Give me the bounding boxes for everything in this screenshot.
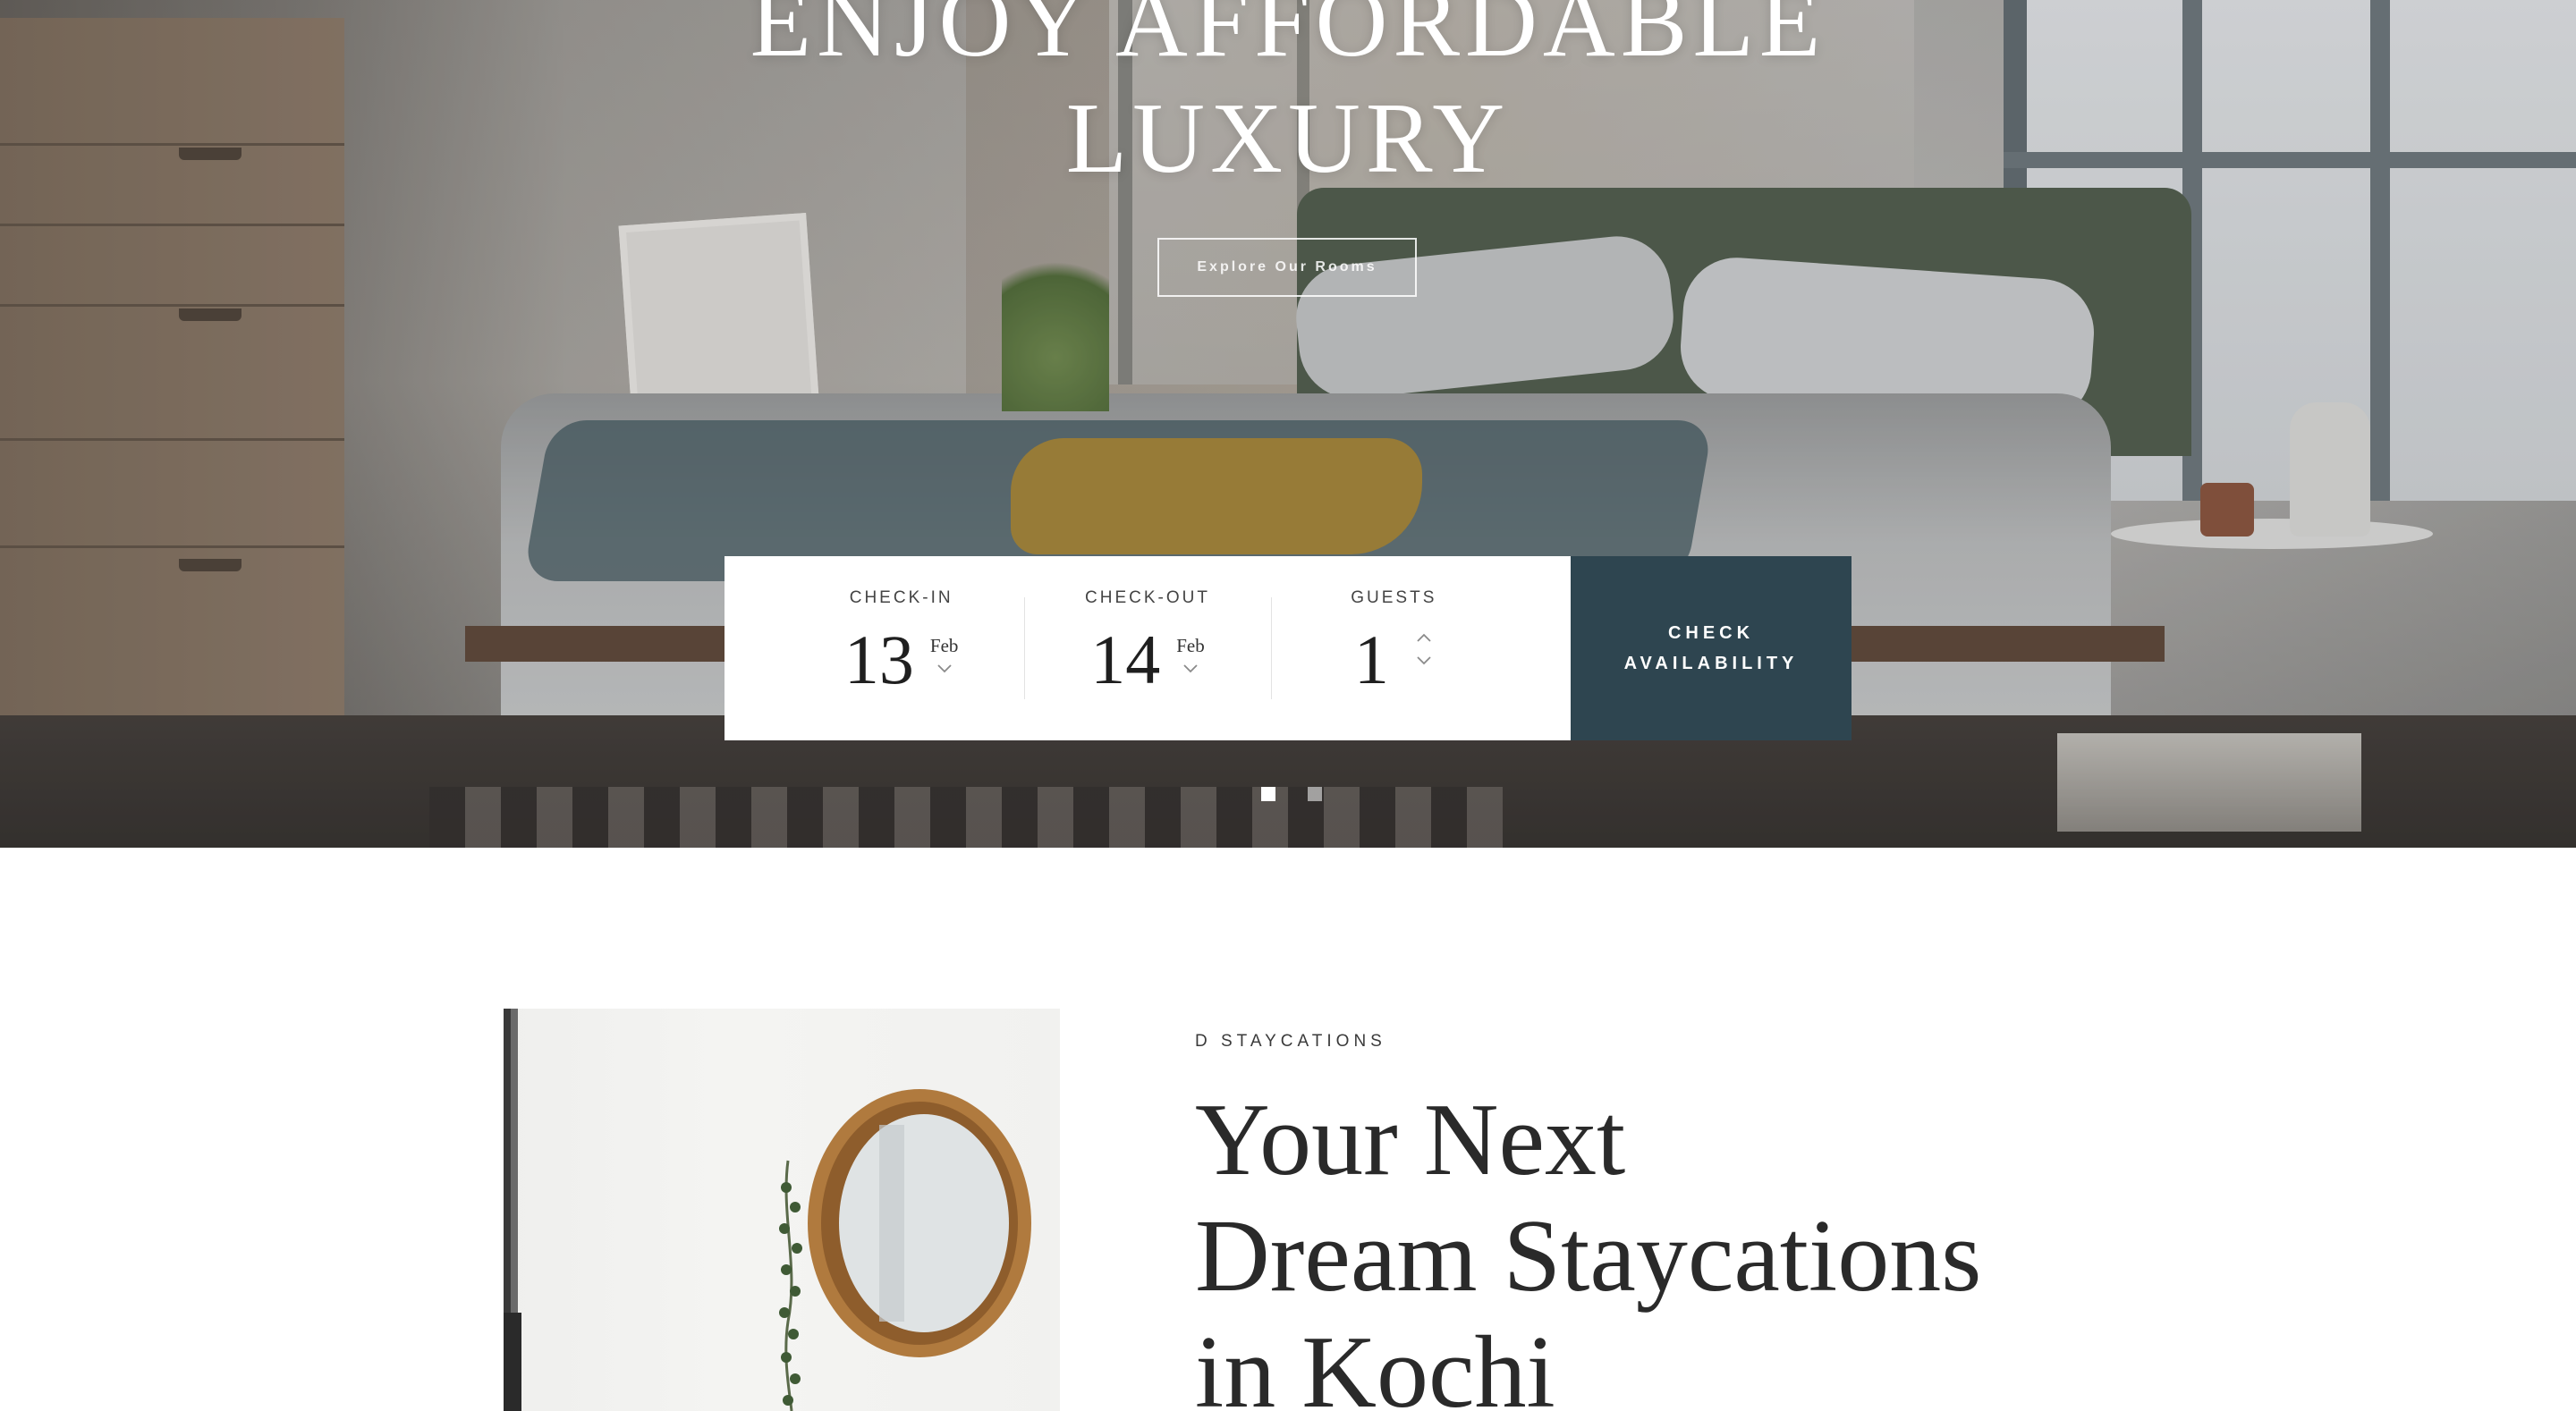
- checkin-field[interactable]: CHECK-IN 13 Feb: [778, 556, 1024, 740]
- about-heading: Your Next Dream Staycations in Kochi: [1195, 1082, 2179, 1411]
- mirror-illustration: [504, 1009, 1031, 1411]
- chevron-down-icon[interactable]: [1181, 663, 1200, 677]
- about-heading-line-2: Dream Staycations: [1195, 1199, 1982, 1314]
- booking-form: CHECK-IN 13 Feb CHECK-OUT 14 Feb GUESTS …: [724, 556, 1852, 740]
- explore-rooms-button[interactable]: Explore Our Rooms: [1157, 238, 1417, 297]
- checkout-month-picker[interactable]: Feb: [1176, 635, 1205, 677]
- chevron-up-icon[interactable]: [1414, 631, 1434, 646]
- about-image: [504, 1009, 1060, 1411]
- about-eyebrow: D STAYCATIONS: [1195, 1032, 1386, 1051]
- slider-dot-1[interactable]: [1261, 787, 1275, 801]
- guests-value[interactable]: 1: [1354, 624, 1434, 696]
- guests-field[interactable]: GUESTS 1: [1270, 556, 1517, 740]
- slider-pagination: [1261, 787, 1322, 801]
- slider-dot-2[interactable]: [1308, 787, 1322, 801]
- hero-title-line-1: ENJOY AFFORDABLE: [750, 0, 1826, 78]
- hero-title: ENJOY AFFORDABLE LUXURY: [0, 0, 2576, 197]
- checkout-month: Feb: [1176, 635, 1205, 656]
- guests-stepper[interactable]: [1414, 631, 1434, 669]
- booking-fields: CHECK-IN 13 Feb CHECK-OUT 14 Feb GUESTS …: [724, 556, 1571, 740]
- guests-label: GUESTS: [1351, 588, 1437, 607]
- checkout-label: CHECK-OUT: [1085, 588, 1210, 607]
- checkin-month-picker[interactable]: Feb: [929, 635, 959, 677]
- checkin-month: Feb: [929, 635, 959, 656]
- guests-count: 1: [1353, 621, 1389, 698]
- checkout-field[interactable]: CHECK-OUT 14 Feb: [1024, 556, 1270, 740]
- chevron-down-icon[interactable]: [1414, 655, 1434, 669]
- check-availability-button[interactable]: CHECK AVAILABILITY: [1571, 556, 1852, 740]
- checkout-day: 14: [1090, 621, 1161, 698]
- checkin-day: 13: [843, 621, 914, 698]
- check-availability-label-line-1: CHECK: [1667, 623, 1755, 643]
- about-text: D STAYCATIONS Your Next Dream Staycation…: [1195, 1032, 2179, 1411]
- chevron-down-icon[interactable]: [935, 663, 954, 677]
- about-heading-line-3: in Kochi: [1195, 1315, 1555, 1411]
- checkin-value[interactable]: 13 Feb: [844, 624, 959, 696]
- checkin-label: CHECK-IN: [849, 588, 953, 607]
- check-availability-label-line-2: AVAILABILITY: [1623, 654, 1799, 673]
- about-heading-line-1: Your Next: [1195, 1083, 1626, 1197]
- checkout-value[interactable]: 14 Feb: [1090, 624, 1205, 696]
- hero-slider: ENJOY AFFORDABLE LUXURY Explore Our Room…: [0, 0, 2576, 848]
- hero-title-line-2: LUXURY: [1065, 83, 1511, 194]
